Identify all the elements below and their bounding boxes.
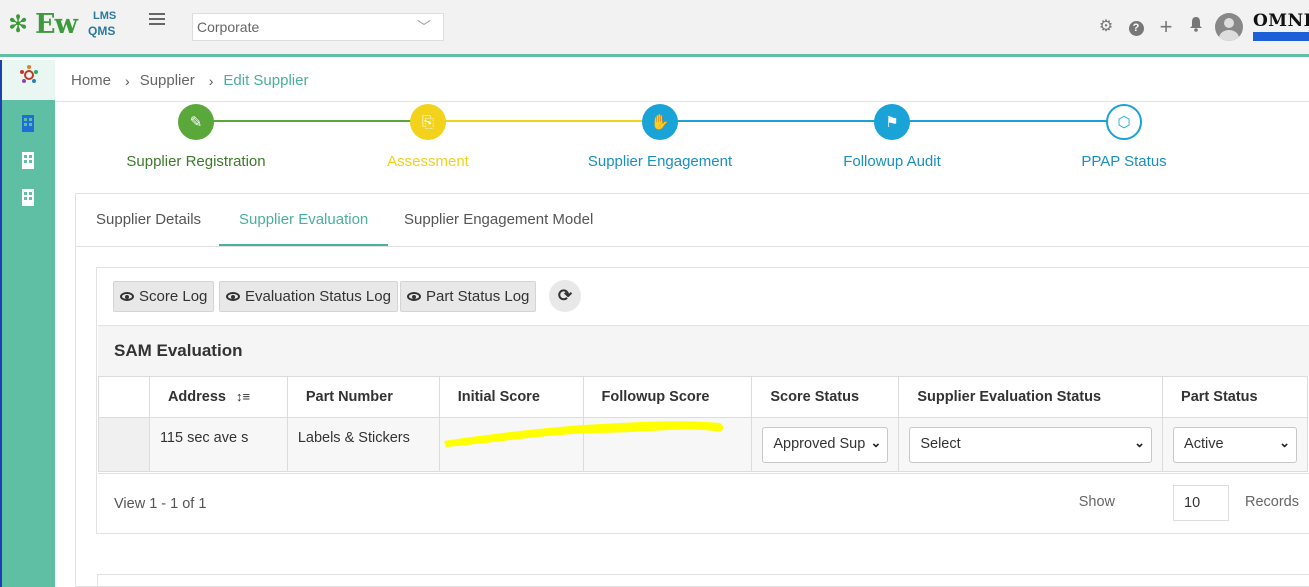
table-header-score-status[interactable]: Score Status (751, 376, 900, 418)
brand-logo: OMNI (1253, 11, 1309, 43)
supplier-evaluation-status-value: Select (920, 435, 961, 452)
step-label: PPAP Status (1081, 153, 1167, 170)
row-select-cell[interactable] (98, 417, 150, 472)
section-title: SAM Evaluation (98, 325, 1309, 376)
chevron-down-icon: ﹀ (417, 19, 431, 35)
evaluation-status-log-button[interactable]: Evaluation Status Log (219, 281, 398, 312)
breadcrumb: Home › Supplier › Edit Supplier (55, 60, 1309, 102)
cell-score-status: Approved Sup ⌄ (751, 417, 900, 472)
registration-icon: ✎ (178, 104, 214, 140)
breadcrumb-home[interactable]: Home (71, 72, 111, 89)
progress-stepper: ✎ Supplier Registration ⎘ Assessment ✋ S… (55, 102, 1309, 174)
top-bar: ✻ Ew LMS QMS Corporate ﹀ ⚙ ? + OMNI (0, 0, 1309, 57)
chevron-down-icon: ⌄ (868, 434, 882, 451)
page-size-input[interactable]: 10 (1173, 485, 1229, 521)
chevron-right-icon: › (208, 72, 214, 89)
tab-supplier-engagement-model[interactable]: Supplier Engagement Model (384, 194, 613, 246)
table-header-supplier-evaluation-status[interactable]: Supplier Evaluation Status (898, 376, 1164, 418)
supplier-card: Supplier Details Supplier Evaluation Sup… (75, 193, 1309, 587)
gear-icon[interactable]: ⚙ (1095, 16, 1117, 38)
audit-icon: ⚑ (874, 104, 910, 140)
supplier-evaluation-status-select[interactable]: Select ⌄ (909, 426, 1153, 463)
table-header-initial-score[interactable]: Initial Score (438, 376, 584, 418)
part-status-value: Active (1184, 435, 1224, 452)
step-label: Assessment (387, 153, 469, 170)
app-logo[interactable]: ✻ Ew LMS QMS (8, 8, 118, 44)
step-supplier-engagement[interactable]: ✋ Supplier Engagement (540, 104, 780, 170)
step-followup-audit[interactable]: ⚑ Followup Audit (772, 104, 1012, 170)
tab-supplier-evaluation[interactable]: Supplier Evaluation (219, 194, 389, 246)
help-icon[interactable]: ? (1125, 16, 1147, 38)
table-header-row: Address ↕≡ Part Number Initial Score Foll… (98, 376, 1308, 418)
record-count-text: View 1 - 1 of 1 (114, 496, 207, 512)
tab-bar: Supplier Details Supplier Evaluation Sup… (76, 194, 1309, 247)
step-label: Followup Audit (843, 153, 941, 170)
cell-supplier-evaluation-status: Select ⌄ (898, 417, 1164, 472)
logo-text: Ew (35, 9, 78, 40)
table-header-part-number[interactable]: Part Number (286, 376, 440, 418)
step-assessment[interactable]: ⎘ Assessment (308, 104, 548, 170)
evaluation-panel: Score Log Evaluation Status Log Part Sta… (96, 267, 1309, 534)
records-label: Records (1245, 494, 1299, 510)
assessment-icon: ⎘ (410, 104, 446, 140)
table-header-select (98, 376, 150, 418)
cell-address: 115 sec ave s (148, 417, 288, 472)
part-status-select[interactable]: Active ⌄ (1173, 426, 1297, 463)
refresh-icon[interactable]: ⟳ (549, 280, 581, 312)
step-label: Supplier Registration (126, 153, 266, 170)
score-status-select[interactable]: Approved Sup ⌄ (762, 426, 889, 463)
cell-part-status: Active ⌄ (1162, 417, 1308, 472)
menu-toggle-icon[interactable] (149, 13, 165, 27)
score-log-button[interactable]: Score Log (113, 281, 215, 312)
step-label: Supplier Engagement (587, 153, 733, 170)
breadcrumb-edit-supplier: Edit Supplier (223, 72, 309, 89)
evaluation-status-log-label: Evaluation Status Log (245, 288, 391, 305)
secondary-card (97, 574, 1309, 587)
table-header-address[interactable]: Address ↕≡ (148, 376, 288, 418)
chevron-down-icon: ⌄ (1277, 434, 1290, 451)
step-ppap-status[interactable]: ⬡ PPAP Status (1004, 104, 1244, 170)
table-pager: View 1 - 1 of 1 Show 10 Records (98, 473, 1309, 534)
eye-icon (226, 292, 240, 301)
building-icon[interactable] (19, 115, 37, 135)
cube-icon: ⬡ (1106, 104, 1142, 140)
sidebar-home-icon[interactable] (2, 60, 55, 100)
building-icon[interactable] (19, 152, 37, 172)
organization-select[interactable]: Corporate ﹀ (192, 13, 444, 41)
sort-icon[interactable]: ↕≡ (236, 389, 250, 404)
step-supplier-registration[interactable]: ✎ Supplier Registration (76, 104, 316, 170)
chevron-down-icon: ⌄ (1132, 434, 1146, 451)
tab-supplier-details[interactable]: Supplier Details (76, 194, 221, 246)
score-log-label: Score Log (139, 288, 208, 305)
table-header-part-status[interactable]: Part Status (1162, 376, 1308, 418)
show-label: Show (1078, 494, 1115, 510)
part-status-log-label: Part Status Log (426, 288, 530, 305)
plus-icon[interactable]: + (1155, 16, 1177, 38)
table-header-followup-score[interactable]: Followup Score (582, 376, 753, 418)
logo-qms-text: QMS (88, 24, 116, 38)
header-actions: ⚙ ? + OMNI (1087, 10, 1309, 44)
logo-flower-icon: ✻ (8, 11, 29, 38)
breadcrumb-supplier[interactable]: Supplier (140, 72, 195, 89)
sidebar (0, 60, 55, 587)
brand-logo-text: OMNI (1253, 11, 1309, 31)
avatar[interactable] (1215, 13, 1243, 41)
bell-icon[interactable] (1185, 16, 1207, 38)
toolbar: Score Log Evaluation Status Log Part Sta… (97, 268, 1309, 325)
cell-part-number: Labels & Stickers (286, 417, 440, 472)
highlight-mark (444, 421, 724, 447)
score-status-value: Approved Sup (773, 435, 866, 452)
eye-icon (120, 292, 134, 301)
chevron-right-icon: › (125, 72, 130, 89)
eye-icon (407, 292, 421, 301)
logo-lms-text: LMS (93, 10, 117, 22)
handshake-icon: ✋ (642, 104, 678, 140)
part-status-log-button[interactable]: Part Status Log (400, 281, 537, 312)
organization-select-value: Corporate (197, 19, 260, 35)
building-icon[interactable] (19, 189, 37, 209)
